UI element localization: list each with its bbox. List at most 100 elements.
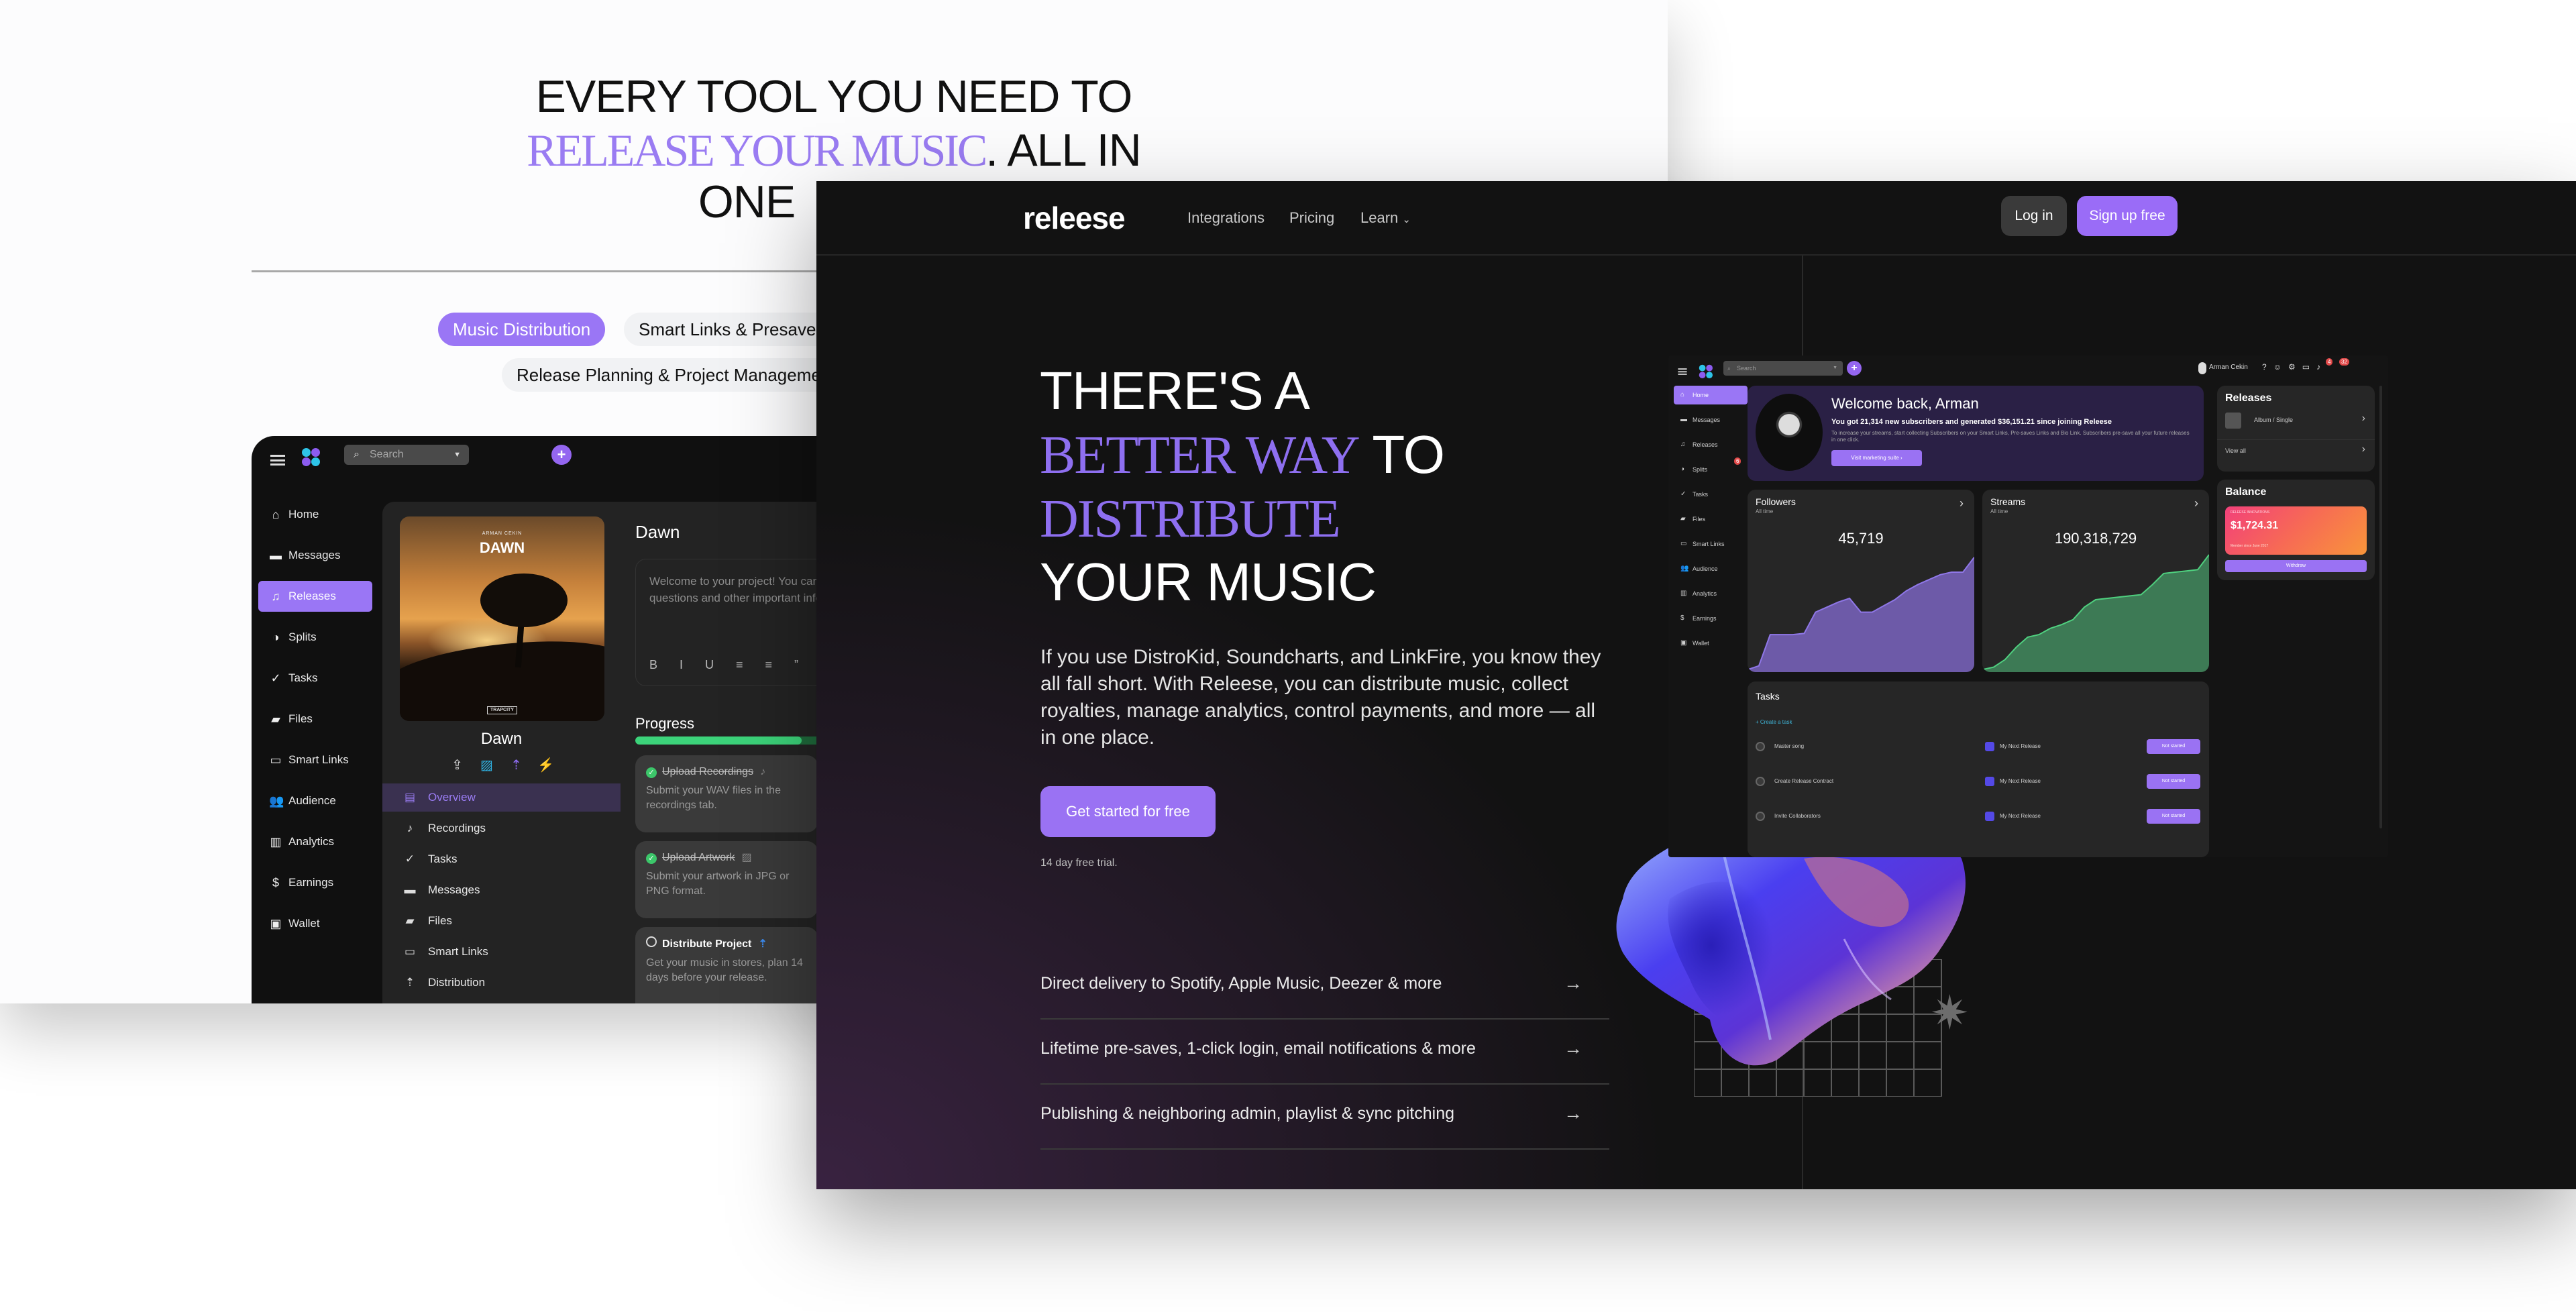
- add-image-icon[interactable]: ▨: [477, 757, 497, 773]
- create-button[interactable]: +: [1847, 361, 1862, 376]
- release-nav-tasks[interactable]: ✓ Tasks: [382, 845, 621, 873]
- sidebar-item-files[interactable]: ▰ Files: [258, 704, 372, 734]
- mini-sidebar-item-splits[interactable]: ◑ Splits 6: [1674, 457, 1748, 479]
- release-nav-smart-links[interactable]: ▭ Smart Links: [382, 938, 621, 966]
- nav-learn[interactable]: Learn ⌄: [1360, 209, 1411, 227]
- release-title: Dawn: [480, 730, 523, 748]
- mini-sidebar-item-files[interactable]: ▰ Files: [1674, 510, 1748, 529]
- add-user-icon[interactable]: ☺: [2273, 362, 2288, 372]
- feature-label: Direct delivery to Spotify, Apple Music,…: [1040, 974, 1442, 993]
- followers-card[interactable]: Followers All time › 45,719: [1748, 490, 1974, 672]
- mini-sidebar-label: Releases: [1693, 441, 1718, 448]
- get-started-button[interactable]: Get started for free: [1040, 786, 1216, 837]
- release-nav-distribution[interactable]: ⇡ Distribution: [382, 969, 621, 997]
- scrollbar[interactable]: [2379, 386, 2382, 828]
- gear-icon[interactable]: ⚙: [2288, 362, 2302, 372]
- mini-sidebar-item-releases[interactable]: ♫ Releases: [1674, 435, 1748, 454]
- create-task-link[interactable]: + Create a task: [1756, 719, 1792, 725]
- task-checkbox[interactable]: [1756, 742, 1765, 751]
- release-nav-files[interactable]: ▰ Files: [382, 907, 621, 935]
- progress-task-title: ✓ Upload Recordings ♪: [646, 765, 807, 779]
- chat-icon[interactable]: ▭: [2302, 362, 2316, 372]
- search-input[interactable]: ⌕ Search ▼: [344, 445, 469, 465]
- sidebar-item-tasks[interactable]: ✓ Tasks: [258, 663, 372, 694]
- sidebar-item-label: Analytics: [288, 835, 335, 848]
- release-nav-messages[interactable]: ▬ Messages: [382, 876, 621, 904]
- sidebar-item-releases[interactable]: ♫ Releases: [258, 581, 372, 612]
- task-status-button[interactable]: Not started: [2147, 774, 2200, 789]
- menu-icon[interactable]: [1678, 368, 1687, 375]
- release-nav-recordings[interactable]: ♪ Recordings: [382, 814, 621, 842]
- chevron-right-icon[interactable]: ›: [2362, 443, 2365, 455]
- chevron-right-icon[interactable]: ›: [1960, 496, 1964, 510]
- releases-icon: ♫: [1680, 441, 1686, 448]
- release-type-item[interactable]: Album / Single: [2254, 417, 2293, 423]
- search-input[interactable]: ⌕ Search ▼: [1723, 361, 1843, 376]
- folder-icon: ▰: [405, 914, 415, 927]
- tab-smart-links[interactable]: Smart Links & Presaves: [624, 313, 840, 346]
- check-circle-icon[interactable]: ✓: [646, 767, 657, 778]
- help-icon[interactable]: ?: [2262, 362, 2273, 372]
- sidebar-item-label: Messages: [288, 549, 341, 561]
- nav-integrations[interactable]: Integrations: [1187, 209, 1265, 227]
- mini-sidebar-item-wallet[interactable]: ▣ Wallet: [1674, 634, 1748, 653]
- sidebar-item-audience[interactable]: 👥 Audience: [258, 785, 372, 816]
- tab-music-distribution[interactable]: Music Distribution: [438, 313, 606, 346]
- mini-sidebar-item-earnings[interactable]: $ Earnings: [1674, 609, 1748, 628]
- task-status-button[interactable]: Not started: [2147, 809, 2200, 824]
- tab-release-planning[interactable]: Release Planning & Project Management: [502, 358, 851, 392]
- feature-item[interactable]: Lifetime pre-saves, 1-click login, email…: [1040, 1020, 1609, 1085]
- audience-icon: 👥: [1680, 565, 1689, 572]
- visit-marketing-button[interactable]: Visit marketing suite ›: [1831, 450, 1922, 466]
- streams-card[interactable]: Streams All time › 190,318,729: [1982, 490, 2209, 672]
- upload-icon[interactable]: ⇡: [506, 757, 527, 773]
- sidebar-item-analytics[interactable]: ▥ Analytics: [258, 826, 372, 857]
- circle-icon[interactable]: [646, 936, 657, 947]
- sidebar-item-messages[interactable]: ▬ Messages: [258, 540, 372, 571]
- withdraw-button[interactable]: Withdraw: [2225, 560, 2367, 572]
- menu-icon[interactable]: [270, 455, 285, 466]
- sidebar-item-label: Smart Links: [288, 753, 349, 766]
- login-button[interactable]: Log in: [2001, 196, 2067, 236]
- task-name[interactable]: Master song: [1774, 743, 1804, 749]
- sidebar-item-earnings[interactable]: $ Earnings: [258, 867, 372, 898]
- nav-pricing[interactable]: Pricing: [1289, 209, 1334, 227]
- mini-sidebar-item-analytics[interactable]: ▥ Analytics: [1674, 584, 1748, 603]
- chevron-right-icon[interactable]: ›: [2194, 496, 2198, 510]
- sidebar-item-splits[interactable]: ◑ Splits: [258, 622, 372, 653]
- task-status-button[interactable]: Not started: [2147, 739, 2200, 754]
- progress-task[interactable]: ✓ Upload Artwork ▨ Submit your artwork in J…: [635, 841, 818, 918]
- task-name[interactable]: Create Release Contract: [1774, 778, 1833, 784]
- mini-sidebar-item-home[interactable]: ⌂ Home: [1674, 386, 1748, 404]
- sidebar-item-wallet[interactable]: ▣ Wallet: [258, 908, 372, 939]
- progress-task[interactable]: Distribute Project ⇡ Get your music in sto…: [635, 927, 818, 1003]
- mini-sidebar-item-smart-links[interactable]: ▭ Smart Links: [1674, 535, 1748, 553]
- mini-sidebar-item-messages[interactable]: ▬ Messages: [1674, 411, 1748, 429]
- progress-task-description: Submit your artwork in JPG or PNG format…: [646, 871, 790, 897]
- detail-title: Dawn: [635, 522, 680, 542]
- sidebar-item-smart-links[interactable]: ▭ Smart Links: [258, 745, 372, 775]
- sidebar-item-home[interactable]: ⌂ Home: [258, 499, 372, 530]
- check-circle-icon[interactable]: ✓: [646, 853, 657, 864]
- user-name[interactable]: Arman Cekin: [2209, 364, 2248, 371]
- create-button[interactable]: +: [551, 445, 572, 465]
- release-nav-overview[interactable]: ▤ Overview: [382, 783, 621, 812]
- format-toolbar[interactable]: B I U ≡ ≡ ” ≡: [649, 657, 837, 673]
- mini-sidebar-item-audience[interactable]: 👥 Audience: [1674, 559, 1748, 578]
- task-name[interactable]: Invite Collaborators: [1774, 813, 1821, 819]
- task-checkbox[interactable]: [1756, 777, 1765, 786]
- task-checkbox[interactable]: [1756, 812, 1765, 821]
- avatar[interactable]: [2198, 362, 2206, 374]
- chevron-right-icon[interactable]: ›: [2362, 413, 2365, 425]
- view-all-link[interactable]: View all: [2225, 447, 2246, 454]
- header-icons: ?☺⚙▭♪: [2262, 362, 2327, 372]
- feature-item[interactable]: Publishing & neighboring admin, playlist…: [1040, 1085, 1609, 1150]
- share-icon[interactable]: ⇪: [447, 757, 468, 773]
- feature-item[interactable]: Direct delivery to Spotify, Apple Music,…: [1040, 954, 1609, 1020]
- sparkle-chart-icon[interactable]: ⚡: [536, 757, 556, 773]
- followers-title: Followers: [1756, 496, 1796, 507]
- brand-logo[interactable]: releese: [1023, 200, 1126, 236]
- signup-button[interactable]: Sign up free: [2077, 196, 2178, 236]
- progress-task[interactable]: ✓ Upload Recordings ♪ Submit your WAV files…: [635, 755, 818, 832]
- mini-sidebar-item-tasks[interactable]: ✓ Tasks: [1674, 485, 1748, 504]
